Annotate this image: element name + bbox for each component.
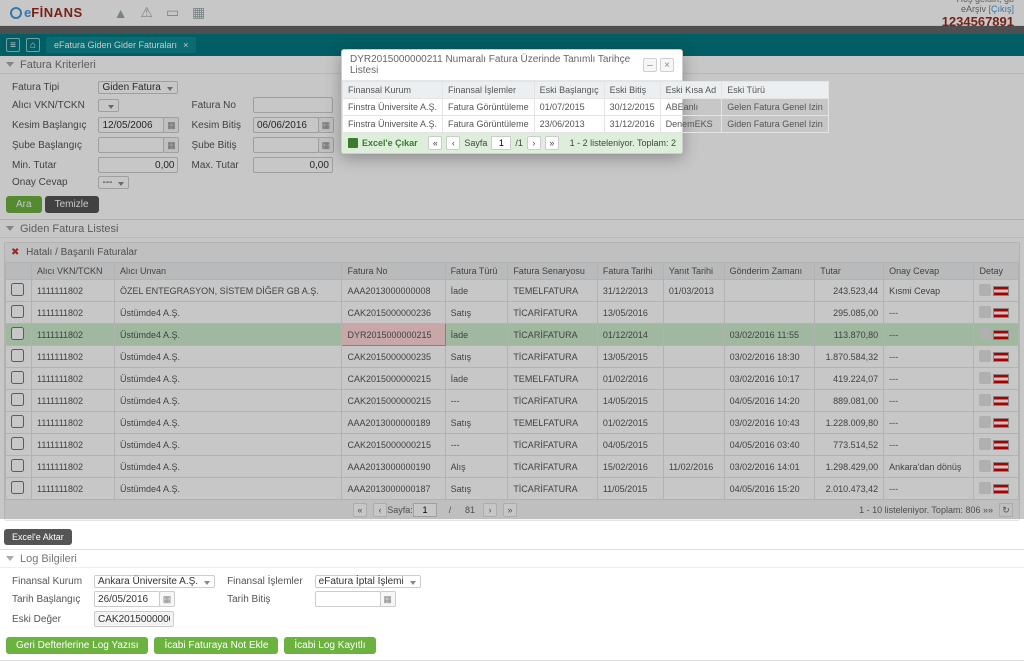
log-panel: Log Bilgileri Finansal Kurum Ankara Üniv… <box>0 550 1024 661</box>
history-modal: DYR2015000000211 Numaralı Fatura Üzerind… <box>341 49 683 154</box>
table-cell: Finstra Üniversite A.Ş. <box>343 99 443 116</box>
modal-pager-total: /1 <box>515 138 523 148</box>
column-header: Eski Bitiş <box>604 82 660 99</box>
column-header: Eski Türü <box>722 82 829 99</box>
log-form: Finansal Kurum Ankara Üniversite A.Ş. Fi… <box>0 568 1024 660</box>
column-header: Finansal Kurum <box>343 82 443 99</box>
modal-pager-next-icon[interactable]: › <box>527 136 541 150</box>
lbl-log-tarih-bas: Tarih Başlangıç <box>6 589 88 609</box>
modal-pager-first-icon[interactable]: « <box>428 136 442 150</box>
log-tarih-bas-input[interactable] <box>94 591 160 607</box>
table-cell: 30/12/2015 <box>604 99 660 116</box>
log-btn-kayitli[interactable]: İcabi Log Kayıtlı <box>284 637 375 654</box>
calendar-icon[interactable]: ▦ <box>380 591 396 607</box>
log-tarih-bitis-input[interactable] <box>315 591 381 607</box>
log-header[interactable]: Log Bilgileri <box>0 550 1024 568</box>
modal-overlay[interactable]: DYR2015000000211 Numaralı Fatura Üzerind… <box>0 0 1024 519</box>
modal-table: Finansal KurumFinansal İşlemlerEski Başl… <box>342 81 829 133</box>
table-cell: Fatura Görüntüleme <box>443 99 535 116</box>
collapse-icon <box>6 556 14 561</box>
excel-icon <box>348 138 358 148</box>
modal-title: DYR2015000000211 Numaralı Fatura Üzerind… <box>350 54 640 76</box>
calendar-icon[interactable]: ▦ <box>159 591 175 607</box>
table-cell: Gelen Fatura Genel Izin <box>722 99 829 116</box>
modal-header: DYR2015000000211 Numaralı Fatura Üzerind… <box>342 50 682 81</box>
modal-pager-page[interactable] <box>491 136 511 150</box>
lbl-log-kurum: Finansal Kurum <box>6 574 88 589</box>
log-btn-defter[interactable]: Geri Defterlerine Log Yazısı <box>6 637 148 654</box>
table-cell: 23/06/2013 <box>534 116 604 133</box>
log-title: Log Bilgileri <box>20 553 77 565</box>
table-cell: ABEanlı <box>660 99 722 116</box>
table-row[interactable]: Finstra Üniversite A.Ş.Fatura Görüntülem… <box>343 99 829 116</box>
column-header: Eski Başlangıç <box>534 82 604 99</box>
table-cell: DenemEKS <box>660 116 722 133</box>
table-cell: Giden Fatura Genel Izin <box>722 116 829 133</box>
modal-pager-label: Sayfa <box>464 138 487 148</box>
log-islem-select[interactable]: eFatura İptal İşlemi <box>315 575 421 588</box>
log-eski-deger-input[interactable] <box>94 611 174 627</box>
table-cell: 01/07/2015 <box>534 99 604 116</box>
lbl-log-islem: Finansal İşlemler <box>221 574 309 589</box>
table-cell: Finstra Üniversite A.Ş. <box>343 116 443 133</box>
modal-excel-btn[interactable]: Excel'e Çıkar <box>362 138 418 148</box>
table-row[interactable]: Finstra Üniversite A.Ş.Fatura Görüntülem… <box>343 116 829 133</box>
log-kurum-select[interactable]: Ankara Üniversite A.Ş. <box>94 575 215 588</box>
log-btn-not-ekle[interactable]: İcabi Faturaya Not Ekle <box>154 637 278 654</box>
modal-collapse-icon[interactable]: – <box>643 58 657 72</box>
column-header: Finansal İşlemler <box>443 82 535 99</box>
export-excel-button[interactable]: Excel'e Aktar <box>4 529 72 545</box>
modal-pager-prev-icon[interactable]: ‹ <box>446 136 460 150</box>
modal-pager-last-icon[interactable]: » <box>545 136 559 150</box>
modal-close-icon[interactable]: × <box>660 58 674 72</box>
table-cell: Fatura Görüntüleme <box>443 116 535 133</box>
table-cell: 31/12/2016 <box>604 116 660 133</box>
modal-pager: Excel'e Çıkar « ‹ Sayfa /1 › » 1 - 2 lis… <box>342 133 682 153</box>
modal-pager-status: 1 - 2 listeleniyor. Toplam: 2 <box>570 138 676 148</box>
lbl-log-tarih-bitis: Tarih Bitiş <box>221 589 309 609</box>
table-header-row: Finansal KurumFinansal İşlemlerEski Başl… <box>343 82 829 99</box>
lbl-log-eski-deger: Eski Değer <box>6 609 88 629</box>
column-header: Eski Kısa Ad <box>660 82 722 99</box>
